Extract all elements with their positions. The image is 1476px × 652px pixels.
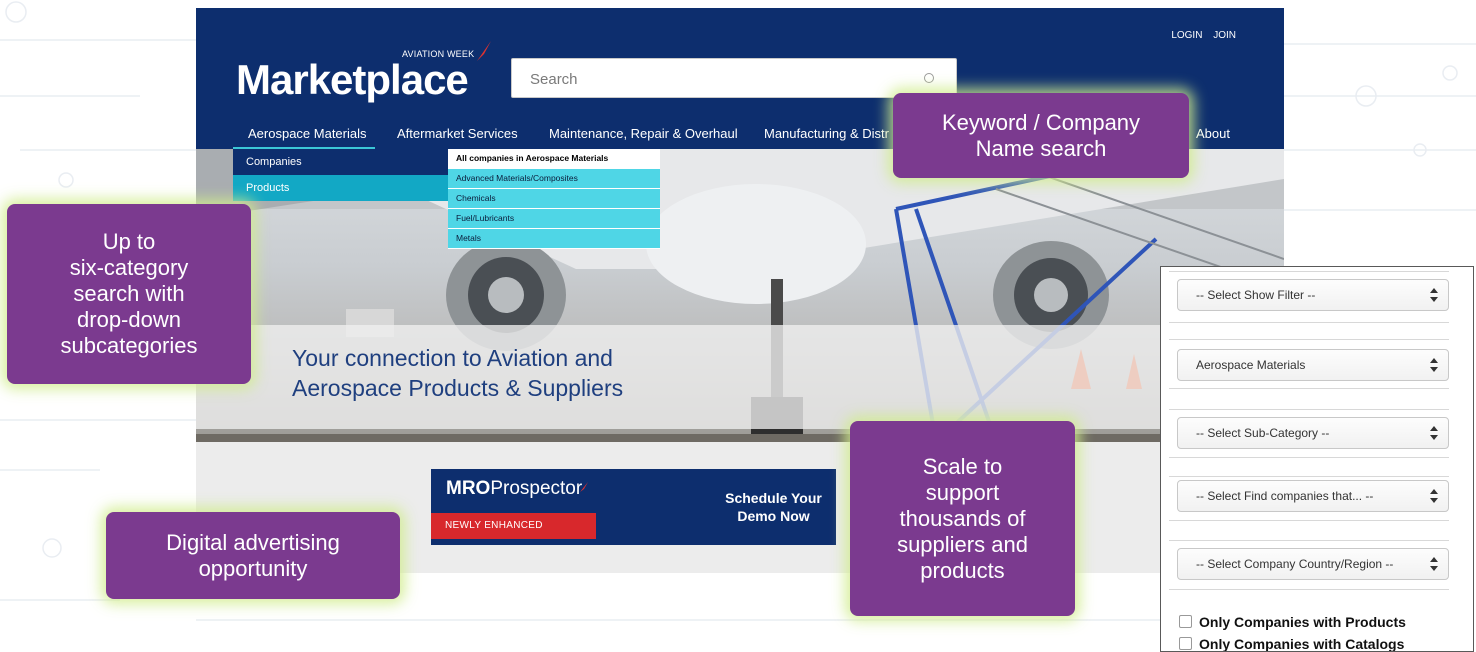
hero-tagline-banner: Your connection to Aviation and Aerospac… xyxy=(196,325,1284,429)
menu-products[interactable]: Products xyxy=(233,175,448,201)
subcategory-all-companies[interactable]: All companies in Aerospace Materials xyxy=(448,149,660,169)
nav-mro[interactable]: Maintenance, Repair & Overhaul xyxy=(549,126,738,141)
separator xyxy=(1169,457,1449,458)
hero-tagline-line1: Your connection to Aviation and xyxy=(292,345,613,371)
show-filter-select[interactable]: -- Select Show Filter -- xyxy=(1177,279,1449,311)
select-arrows-icon xyxy=(1430,557,1438,571)
sub-category-select[interactable]: -- Select Sub-Category -- xyxy=(1177,417,1449,449)
join-link[interactable]: JOIN xyxy=(1213,30,1236,41)
auth-links: LOGIN JOIN xyxy=(1163,30,1236,41)
nav-about[interactable]: About xyxy=(1196,126,1230,141)
subcategory-chemicals[interactable]: Chemicals xyxy=(448,189,660,209)
separator xyxy=(1169,339,1449,340)
nav-aftermarket-services[interactable]: Aftermarket Services xyxy=(397,126,518,141)
checkbox-icon[interactable] xyxy=(1179,637,1192,650)
separator xyxy=(1169,409,1449,410)
separator xyxy=(1169,476,1449,477)
select-arrows-icon xyxy=(1430,288,1438,302)
select-arrows-icon xyxy=(1430,426,1438,440)
ad-brand: MROProspector xyxy=(446,478,583,499)
ad-swoosh-icon xyxy=(580,482,588,492)
separator xyxy=(1169,520,1449,521)
subcategory-metals[interactable]: Metals xyxy=(448,229,660,249)
search-input[interactable] xyxy=(512,59,912,99)
hero-tagline-line2: Aerospace Products & Suppliers xyxy=(292,375,624,401)
category-dropdown: Companies Products xyxy=(233,149,448,201)
callout-keyword-search: Keyword / Company Name search xyxy=(893,93,1189,178)
callout-category-search: Up to six-category search with drop-down… xyxy=(7,204,251,384)
checkbox-icon[interactable] xyxy=(1179,615,1192,628)
subcategory-fuel-lubricants[interactable]: Fuel/Lubricants xyxy=(448,209,660,229)
select-arrows-icon xyxy=(1430,358,1438,372)
separator xyxy=(1169,271,1449,272)
login-link[interactable]: LOGIN xyxy=(1171,30,1202,41)
select-arrows-icon xyxy=(1430,489,1438,503)
separator xyxy=(1169,322,1449,323)
only-with-catalogs-checkbox[interactable]: Only Companies with Catalogs xyxy=(1179,636,1404,651)
ad-newly-enhanced-badge: NEWLY ENHANCED xyxy=(431,513,596,539)
nav-aerospace-materials[interactable]: Aerospace Materials xyxy=(248,126,367,141)
search-box xyxy=(511,58,957,99)
subcategory-dropdown: All companies in Aerospace Materials Adv… xyxy=(448,149,660,249)
find-companies-select[interactable]: -- Select Find companies that... -- xyxy=(1177,480,1449,512)
separator xyxy=(1169,589,1449,590)
mro-prospector-ad[interactable]: MROProspector NEWLY ENHANCED Schedule Yo… xyxy=(431,469,836,545)
swoosh-logo-icon xyxy=(477,41,491,61)
callout-digital-advertising: Digital advertising opportunity xyxy=(106,512,400,599)
nav-manufacturing-distribution[interactable]: Manufacturing & Distr xyxy=(764,126,889,141)
category-select[interactable]: Aerospace Materials xyxy=(1177,349,1449,381)
only-with-products-checkbox[interactable]: Only Companies with Products xyxy=(1179,614,1406,630)
filter-panel: -- Select Show Filter -- Aerospace Mater… xyxy=(1160,266,1474,652)
callout-scale: Scale to support thousands of suppliers … xyxy=(850,421,1075,616)
marketplace-logo[interactable]: Marketplace xyxy=(236,56,469,104)
subcategory-advanced-materials[interactable]: Advanced Materials/Composites xyxy=(448,169,660,189)
country-region-select[interactable]: -- Select Company Country/Region -- xyxy=(1177,548,1449,580)
search-icon[interactable] xyxy=(924,73,934,83)
ad-schedule-demo[interactable]: Schedule Your Demo Now xyxy=(721,489,826,525)
separator xyxy=(1169,540,1449,541)
separator xyxy=(1169,388,1449,389)
menu-companies[interactable]: Companies xyxy=(233,149,448,175)
